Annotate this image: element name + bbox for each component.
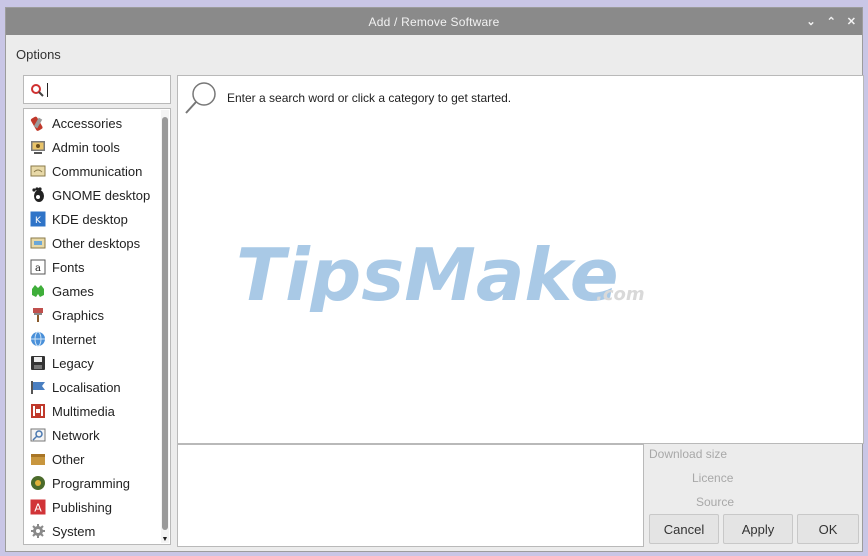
category-label: Programming xyxy=(52,475,131,491)
category-label: Publishing xyxy=(52,499,112,515)
category-gnome-desktop[interactable]: GNOME desktop xyxy=(24,183,162,207)
category-label: Admin tools xyxy=(52,139,120,155)
category-scrollbar[interactable]: ▼ xyxy=(161,110,169,543)
category-label: Fonts xyxy=(52,259,85,275)
apply-button[interactable]: Apply xyxy=(723,514,793,544)
category-label: Other xyxy=(52,451,85,467)
scrollbar-thumb[interactable] xyxy=(162,117,168,530)
category-internet[interactable]: Internet xyxy=(24,327,162,351)
category-network[interactable]: Network xyxy=(24,423,162,447)
other-desktops-icon xyxy=(29,235,46,252)
results-pane: Enter a search word or click a category … xyxy=(177,75,864,444)
category-accessories[interactable]: Accessories xyxy=(24,111,162,135)
graphics-icon xyxy=(29,307,46,324)
category-other[interactable]: Other xyxy=(24,447,162,471)
category-label: GNOME desktop xyxy=(52,187,151,203)
other-icon xyxy=(29,451,46,468)
category-graphics[interactable]: Graphics xyxy=(24,303,162,327)
category-localisation[interactable]: Localisation xyxy=(24,375,162,399)
communication-icon xyxy=(29,163,46,180)
menu-options[interactable]: Options xyxy=(16,47,61,62)
category-label: KDE desktop xyxy=(52,211,128,227)
category-legacy[interactable]: Legacy xyxy=(24,351,162,375)
category-communication[interactable]: Communication xyxy=(24,159,162,183)
category-label: Other desktops xyxy=(52,235,141,251)
menu-bar: Options xyxy=(6,35,862,73)
category-label: Communication xyxy=(52,163,143,179)
search-input[interactable] xyxy=(48,78,162,101)
search-box[interactable] xyxy=(23,75,171,104)
download-size-label: Download size xyxy=(649,447,728,461)
category-label: Games xyxy=(52,283,94,299)
kde-icon: K xyxy=(29,211,46,228)
scroll-down-arrow-icon[interactable]: ▼ xyxy=(161,535,169,543)
category-games[interactable]: Games xyxy=(24,279,162,303)
category-kde-desktop[interactable]: K KDE desktop xyxy=(24,207,162,231)
games-icon xyxy=(29,283,46,300)
category-label: Localisation xyxy=(52,379,121,395)
svg-text:.com: .com xyxy=(596,284,645,305)
category-other-desktops[interactable]: Other desktops xyxy=(24,231,162,255)
title-bar[interactable]: Add / Remove Software ⌄ ⌃ ✕ xyxy=(6,8,862,35)
category-system[interactable]: System xyxy=(24,519,162,543)
category-label: Multimedia xyxy=(52,403,115,419)
localisation-icon xyxy=(29,379,46,396)
package-details-pane xyxy=(177,444,644,547)
category-label: Accessories xyxy=(52,115,123,131)
internet-icon xyxy=(29,331,46,348)
svg-text:TipsMake: TipsMake xyxy=(236,236,619,312)
programming-icon xyxy=(29,475,46,492)
add-remove-software-window: Add / Remove Software ⌄ ⌃ ✕ Options Acce… xyxy=(5,7,864,552)
cancel-button[interactable]: Cancel xyxy=(649,514,719,544)
prompt-text: Enter a search word or click a category … xyxy=(227,90,512,105)
maximize-icon[interactable]: ⌃ xyxy=(827,15,836,28)
svg-text:a: a xyxy=(35,263,41,274)
system-icon xyxy=(29,523,46,540)
ok-button[interactable]: OK xyxy=(797,514,859,544)
fonts-icon: a xyxy=(29,259,46,276)
category-programming[interactable]: Programming xyxy=(24,471,162,495)
legacy-icon xyxy=(29,355,46,372)
multimedia-icon xyxy=(29,403,46,420)
gnome-icon xyxy=(29,187,46,204)
window-controls: ⌄ ⌃ ✕ xyxy=(806,8,856,35)
admin-tools-icon xyxy=(29,139,46,156)
category-label: Graphics xyxy=(52,307,105,323)
minimize-icon[interactable]: ⌄ xyxy=(806,15,815,28)
category-list: Accessories Admin tools Communication GN… xyxy=(23,108,171,545)
window-title: Add / Remove Software xyxy=(368,14,500,29)
search-icon xyxy=(30,83,44,97)
category-fonts[interactable]: a Fonts xyxy=(24,255,162,279)
category-admin-tools[interactable]: Admin tools xyxy=(24,135,162,159)
tipsmake-watermark-logo: TipsMake .com xyxy=(236,233,656,317)
category-publishing[interactable]: A Publishing xyxy=(24,495,162,519)
licence-label: Licence xyxy=(692,471,734,485)
category-label: Legacy xyxy=(52,355,94,371)
category-label: Network xyxy=(52,427,100,443)
publishing-icon: A xyxy=(29,499,46,516)
svg-text:A: A xyxy=(34,502,42,515)
accessories-icon xyxy=(29,115,46,132)
network-icon xyxy=(29,427,46,444)
source-label: Source xyxy=(696,495,735,509)
category-label: System xyxy=(52,523,96,539)
close-icon[interactable]: ✕ xyxy=(847,15,856,28)
category-label: Internet xyxy=(52,331,97,347)
magnifier-icon xyxy=(183,80,219,119)
search-prompt: Enter a search word or click a category … xyxy=(183,80,511,119)
category-multimedia[interactable]: Multimedia xyxy=(24,399,162,423)
